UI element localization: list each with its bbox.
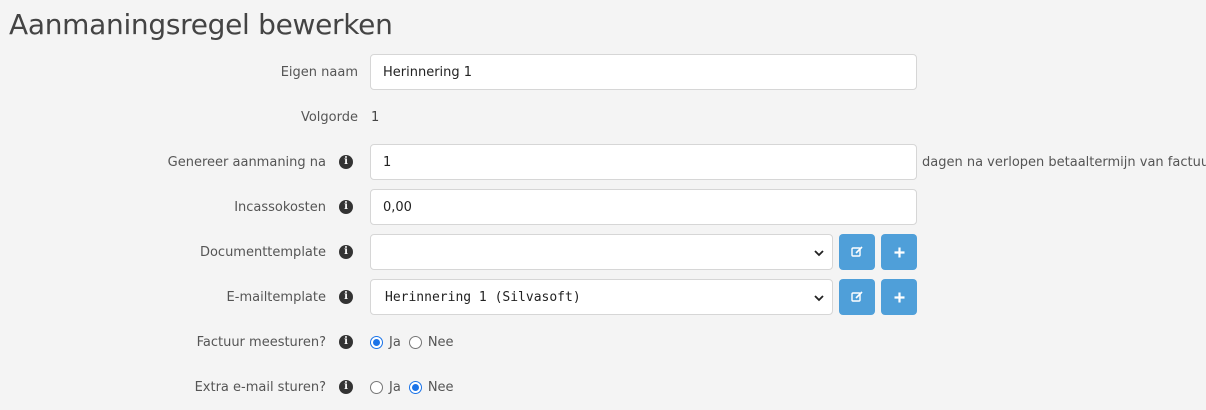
volgorde-label: Volgorde <box>300 109 358 125</box>
plus-icon <box>894 247 904 257</box>
extra-email-ja-label[interactable]: Ja <box>389 380 401 395</box>
info-circle-icon[interactable]: i <box>339 200 353 214</box>
edit-icon <box>851 291 863 302</box>
edit-emailtemplate-button[interactable] <box>839 279 875 315</box>
factuur-meesturen-nee-label[interactable]: Nee <box>428 335 454 350</box>
extra-email-label: Extra e-mail sturen? <box>194 379 326 395</box>
row-extra-email: Extra e-mail sturen? i Ja Nee <box>0 369 1206 405</box>
page-title: Aanmaningsregel bewerken <box>9 8 393 41</box>
volgorde-value: 1 <box>371 109 380 125</box>
eigen-naam-value: Herinnering 1 <box>383 64 473 80</box>
documenttemplate-label: Documenttemplate <box>199 244 326 260</box>
row-documenttemplate: Documenttemplate i <box>0 234 1206 270</box>
row-emailtemplate: E-mailtemplate i Herinnering 1 (Silvasof… <box>0 279 1206 315</box>
info-circle-icon[interactable]: i <box>339 380 353 394</box>
row-factuur-meesturen: Factuur meesturen? i Ja Nee <box>0 324 1206 360</box>
chevron-down-icon <box>814 250 824 257</box>
eigen-naam-input[interactable]: Herinnering 1 <box>370 54 917 90</box>
eigen-naam-label: Eigen naam <box>280 64 358 80</box>
genereer-input[interactable]: 1 <box>370 144 917 180</box>
chevron-down-icon <box>814 295 824 302</box>
factuur-meesturen-ja-radio[interactable] <box>370 335 383 349</box>
genereer-label: Genereer aanmaning na <box>167 154 326 170</box>
info-circle-icon[interactable]: i <box>339 155 353 169</box>
add-emailtemplate-button[interactable] <box>881 279 917 315</box>
row-incassokosten: Incassokosten i 0,00 <box>0 189 1206 225</box>
extra-email-ja-radio[interactable] <box>370 380 383 394</box>
add-documenttemplate-button[interactable] <box>881 234 917 270</box>
edit-documenttemplate-button[interactable] <box>839 234 875 270</box>
documenttemplate-select[interactable] <box>370 234 833 270</box>
factuur-meesturen-radio-group: Ja Nee <box>370 324 462 360</box>
extra-email-radio-group: Ja Nee <box>370 369 462 405</box>
emailtemplate-selected: Herinnering 1 (Silvasoft) <box>385 289 581 305</box>
factuur-meesturen-label: Factuur meesturen? <box>196 334 326 350</box>
emailtemplate-select[interactable]: Herinnering 1 (Silvasoft) <box>370 279 833 315</box>
info-circle-icon[interactable]: i <box>339 335 353 349</box>
genereer-value: 1 <box>383 154 392 170</box>
row-genereer: Genereer aanmaning na i 1 dagen na verlo… <box>0 144 1206 180</box>
incassokosten-value: 0,00 <box>383 199 412 215</box>
extra-email-nee-label[interactable]: Nee <box>428 380 454 395</box>
genereer-suffix: dagen na verlopen betaaltermijn van fact… <box>922 154 1206 170</box>
emailtemplate-label: E-mailtemplate <box>226 289 326 305</box>
row-eigen-naam: Eigen naam Herinnering 1 <box>0 54 1206 90</box>
incassokosten-label: Incassokosten <box>234 199 326 215</box>
incassokosten-input[interactable]: 0,00 <box>370 189 917 225</box>
row-volgorde: Volgorde 1 <box>0 99 1206 135</box>
edit-icon <box>851 246 863 257</box>
factuur-meesturen-ja-label[interactable]: Ja <box>389 335 401 350</box>
plus-icon <box>894 292 904 302</box>
extra-email-nee-radio[interactable] <box>408 380 422 394</box>
factuur-meesturen-nee-radio[interactable] <box>408 335 422 349</box>
info-circle-icon[interactable]: i <box>339 290 353 304</box>
info-circle-icon[interactable]: i <box>339 245 353 259</box>
